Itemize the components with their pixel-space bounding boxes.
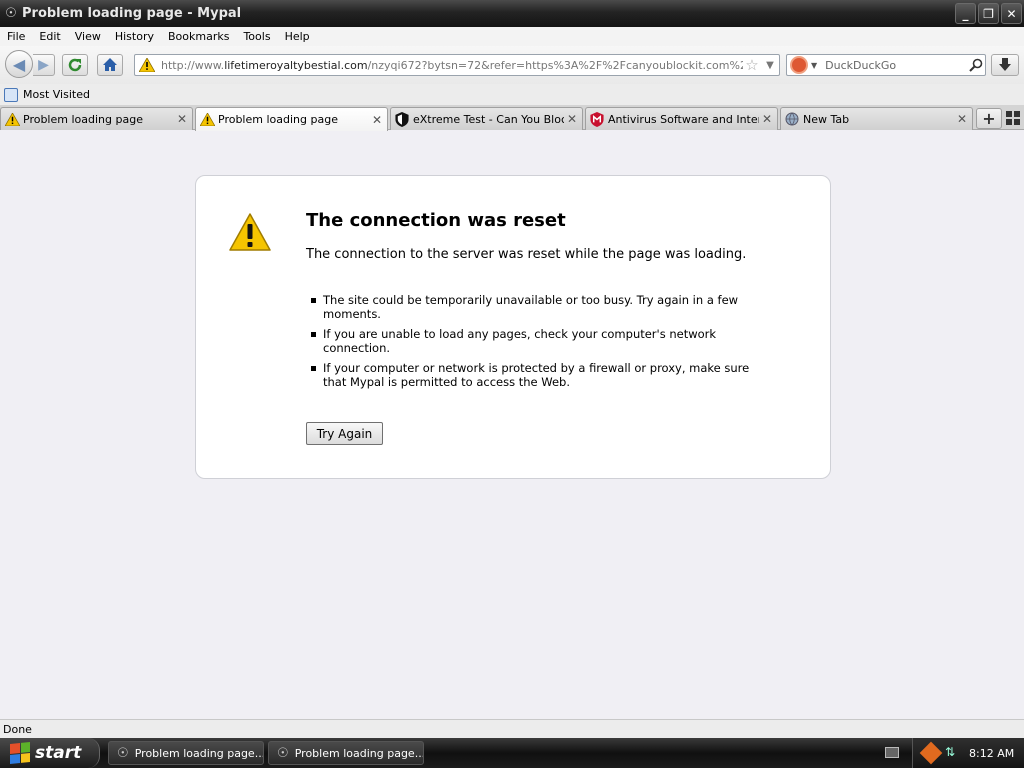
- menu-tools[interactable]: Tools: [236, 30, 277, 43]
- warning-icon: [139, 58, 155, 72]
- reload-icon: [68, 58, 82, 72]
- search-icon[interactable]: [967, 58, 985, 72]
- menu-view[interactable]: View: [68, 30, 108, 43]
- minimize-button[interactable]: _: [955, 3, 976, 24]
- large-warning-icon: [229, 213, 271, 251]
- most-visited-bookmark[interactable]: Most Visited: [23, 88, 90, 101]
- menu-history[interactable]: History: [108, 30, 161, 43]
- home-icon: [103, 58, 117, 71]
- tab-strip: Problem loading page ✕ Problem loading p…: [0, 105, 1024, 131]
- mcafee-icon: [589, 111, 605, 127]
- tab-close-icon[interactable]: ✕: [564, 112, 580, 126]
- mypal-app-icon: ☉: [117, 745, 129, 761]
- tab-problem-loading-1[interactable]: Problem loading page ✕: [0, 107, 193, 130]
- engine-dropdown-icon[interactable]: ▼: [811, 61, 817, 70]
- taskbar-window-label: Problem loading page...: [134, 746, 263, 760]
- status-text: Done: [3, 722, 32, 736]
- navigation-toolbar: ◀ ▶ http://www.lifetimeroyaltybestial.co…: [0, 46, 1024, 84]
- list-item: If you are unable to load any pages, che…: [306, 327, 776, 355]
- taskbar: start ☉ Problem loading page... ☉ Proble…: [0, 738, 1024, 768]
- downloads-button[interactable]: [991, 54, 1019, 76]
- search-placeholder: DuckDuckGo: [825, 58, 897, 72]
- plus-icon: +: [982, 109, 996, 128]
- keyboard-icon[interactable]: [885, 747, 899, 758]
- menu-bar: File Edit View History Bookmarks Tools H…: [0, 27, 1024, 46]
- tab-label: Antivirus Software and Inter...: [608, 112, 759, 126]
- duckduckgo-icon[interactable]: [790, 56, 808, 74]
- warning-icon: [4, 111, 20, 127]
- window-title: Problem loading page - Mypal: [22, 6, 242, 21]
- forward-arrow-icon: ▶: [38, 57, 49, 73]
- bookmarks-toolbar: Most Visited: [0, 84, 1024, 105]
- start-button[interactable]: start: [0, 738, 100, 768]
- windows-logo-icon: [10, 741, 30, 765]
- window-controls: _ ❐ ✕: [955, 3, 1022, 24]
- tab-close-icon[interactable]: ✕: [954, 112, 970, 126]
- most-visited-icon: [4, 87, 18, 102]
- title-bar: ☉ Problem loading page - Mypal _ ❐ ✕: [0, 0, 1024, 27]
- maximize-button[interactable]: ❐: [978, 3, 999, 24]
- clock: 8:12 AM: [969, 746, 1015, 760]
- download-arrow-icon: [999, 58, 1011, 71]
- avast-icon[interactable]: [919, 741, 943, 765]
- home-button[interactable]: [97, 54, 123, 76]
- taskbar-window-button[interactable]: ☉ Problem loading page...: [268, 741, 424, 765]
- taskbar-window-button[interactable]: ☉ Problem loading page...: [108, 741, 264, 765]
- tab-close-icon[interactable]: ✕: [174, 112, 190, 126]
- error-panel: The connection was reset The connection …: [195, 175, 831, 479]
- error-description: The connection to the server was reset w…: [306, 247, 747, 262]
- mypal-app-icon: ☉: [5, 5, 17, 21]
- url-dropdown-icon[interactable]: ▼: [761, 60, 779, 71]
- page-content: The connection was reset The connection …: [0, 131, 1024, 719]
- list-item: If your computer or network is protected…: [306, 361, 776, 389]
- globe-icon: [784, 111, 800, 127]
- bookmark-star-icon[interactable]: ☆: [743, 56, 761, 74]
- tab-problem-loading-2[interactable]: Problem loading page ✕: [195, 107, 388, 131]
- address-url: http://www.lifetimeroyaltybestial.com/nz…: [161, 58, 743, 72]
- tab-label: New Tab: [803, 112, 850, 126]
- tab-close-icon[interactable]: ✕: [369, 113, 385, 127]
- list-item: The site could be temporarily unavailabl…: [306, 293, 776, 321]
- forward-button[interactable]: ▶: [33, 54, 55, 76]
- search-bar[interactable]: ▼ DuckDuckGo: [786, 54, 986, 76]
- close-button[interactable]: ✕: [1001, 3, 1022, 24]
- list-all-tabs-icon[interactable]: [1006, 111, 1020, 125]
- tab-close-icon[interactable]: ✕: [759, 112, 775, 126]
- error-title: The connection was reset: [306, 210, 566, 231]
- tab-extreme-test[interactable]: eXtreme Test - Can You Block... ✕: [390, 107, 583, 130]
- back-arrow-icon: ◀: [12, 54, 26, 74]
- reload-button[interactable]: [62, 54, 88, 76]
- tab-label: Problem loading page: [218, 113, 338, 126]
- taskbar-window-label: Problem loading page...: [294, 746, 423, 760]
- try-again-button[interactable]: Try Again: [306, 422, 383, 445]
- network-icon[interactable]: ⇅: [945, 745, 957, 761]
- menu-file[interactable]: File: [0, 30, 32, 43]
- mypal-app-icon: ☉: [277, 745, 289, 761]
- tab-label: Problem loading page: [23, 112, 143, 126]
- error-suggestions: The site could be temporarily unavailabl…: [306, 293, 776, 395]
- start-label: start: [35, 743, 82, 763]
- menu-edit[interactable]: Edit: [32, 30, 67, 43]
- menu-bookmarks[interactable]: Bookmarks: [161, 30, 236, 43]
- back-button[interactable]: ◀: [5, 50, 33, 78]
- new-tab-button[interactable]: +: [976, 108, 1002, 129]
- warning-icon: [199, 112, 215, 128]
- shield-icon: [394, 111, 410, 127]
- address-bar[interactable]: http://www.lifetimeroyaltybestial.com/nz…: [134, 54, 780, 76]
- tab-antivirus[interactable]: Antivirus Software and Inter... ✕: [585, 107, 778, 130]
- status-bar: Done: [0, 719, 1024, 738]
- tab-new-tab[interactable]: New Tab ✕: [780, 107, 973, 130]
- tab-label: eXtreme Test - Can You Block...: [413, 112, 564, 126]
- system-tray: ⇅ 8:12 AM: [885, 738, 1024, 768]
- menu-help[interactable]: Help: [278, 30, 317, 43]
